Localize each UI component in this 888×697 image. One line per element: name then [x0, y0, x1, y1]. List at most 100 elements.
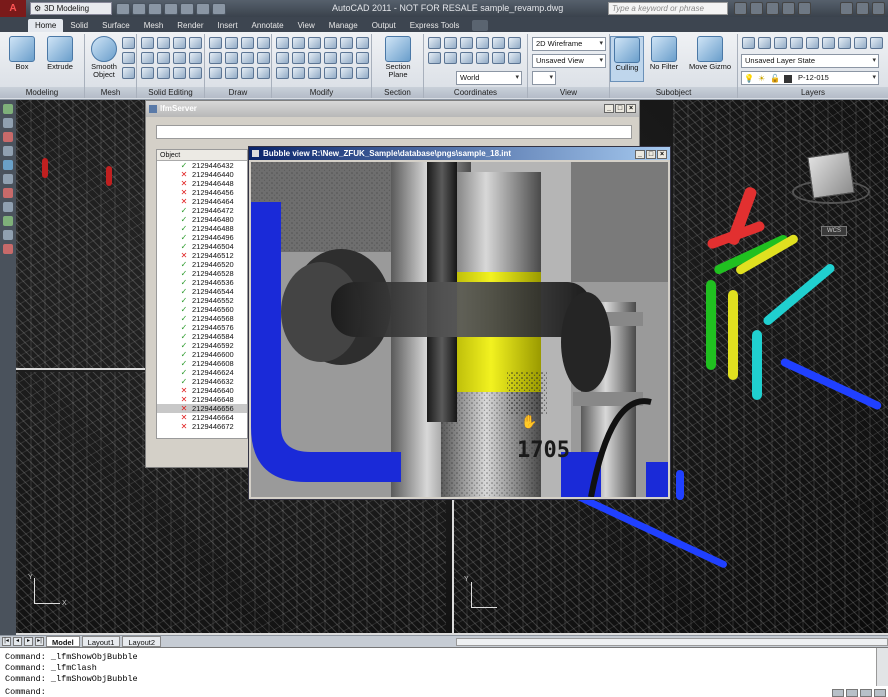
redo-icon[interactable] — [196, 2, 210, 15]
modify-tool-icon[interactable] — [308, 67, 321, 79]
object-list-item[interactable]: ✕ 2129446448 — [157, 179, 247, 188]
modify-tool-icon[interactable] — [356, 67, 369, 79]
tool-strip-icon[interactable] — [3, 174, 13, 184]
open-icon[interactable] — [132, 2, 146, 15]
object-list-item[interactable]: ✓ 2129446552 — [157, 296, 247, 305]
tab-render[interactable]: Render — [170, 19, 210, 32]
minimize-icon[interactable]: _ — [604, 104, 614, 113]
tool-strip-icon[interactable] — [3, 160, 13, 170]
command-line[interactable]: Command: _lfmShowObjBubble Command: _lfm… — [0, 647, 888, 697]
arc-icon[interactable] — [225, 37, 238, 49]
lfm-query-input[interactable] — [156, 125, 632, 139]
layer-properties-icon[interactable] — [742, 37, 755, 49]
bubble-view-titlebar[interactable]: Bubble view R:\New_ZFUK_Sample\database\… — [249, 147, 670, 160]
object-list-item[interactable]: ✓ 2129446600 — [157, 350, 247, 359]
modify-tool-icon[interactable] — [292, 67, 305, 79]
mesh-tool-icon[interactable] — [122, 37, 135, 49]
tab-insert[interactable]: Insert — [211, 19, 245, 32]
no-filter-button[interactable]: No Filter — [644, 36, 684, 71]
mesh-tool-icon[interactable] — [122, 67, 135, 79]
panel-title-draw[interactable]: Draw — [205, 87, 271, 98]
object-list-item[interactable]: ✓ 2129446584 — [157, 332, 247, 341]
ellipse-icon[interactable] — [257, 52, 270, 64]
extract-edges-icon[interactable] — [189, 37, 202, 49]
ucs-3point-icon[interactable] — [444, 37, 457, 49]
minimize-icon[interactable]: _ — [635, 150, 645, 159]
extend-icon[interactable] — [340, 37, 353, 49]
save-as-icon[interactable] — [164, 2, 178, 15]
culling-button[interactable]: Culling — [610, 36, 644, 82]
solid-tool-icon[interactable] — [189, 52, 202, 64]
polyline-icon[interactable] — [209, 37, 222, 49]
offset-icon[interactable] — [324, 52, 337, 64]
last-layout-icon[interactable]: ▸| — [35, 637, 44, 646]
help-icon[interactable] — [798, 2, 811, 15]
scale-icon[interactable] — [308, 37, 321, 49]
lightbulb-icon[interactable]: 💡 — [744, 74, 754, 83]
object-list-item[interactable]: ✓ 2129446544 — [157, 287, 247, 296]
horizontal-scrollbar[interactable] — [456, 638, 888, 646]
tool-strip-icon[interactable] — [3, 244, 13, 254]
ucs-view-icon[interactable] — [428, 52, 441, 64]
tab-annotate[interactable]: Annotate — [245, 19, 291, 32]
object-list-item[interactable]: ✓ 2129446480 — [157, 215, 247, 224]
panel-title-section[interactable]: Section — [372, 87, 423, 98]
minimize-icon[interactable] — [840, 2, 853, 15]
communication-icon[interactable] — [766, 2, 779, 15]
object-list[interactable]: Object ✓ 2129446432 ✕ 2129446440 ✕ 2129446448… — [156, 149, 248, 439]
solid-tool-icon[interactable] — [189, 67, 202, 79]
object-list-item[interactable]: ✓ 2129446488 — [157, 224, 247, 233]
viewcube[interactable] — [807, 151, 855, 199]
status-toggle-icon[interactable] — [846, 689, 858, 697]
hatch-icon[interactable] — [257, 37, 270, 49]
saved-view-dropdown[interactable]: Unsaved View — [532, 54, 606, 68]
tool-strip-icon[interactable] — [3, 230, 13, 240]
layer-tool-icon[interactable] — [806, 37, 819, 49]
array-icon[interactable] — [340, 52, 353, 64]
ucs-object-icon[interactable] — [444, 52, 457, 64]
first-layout-icon[interactable]: |◂ — [2, 637, 11, 646]
panel-title-modeling[interactable]: Modeling — [0, 87, 84, 98]
stretch-icon[interactable] — [308, 52, 321, 64]
object-list-item[interactable]: ✓ 2129446536 — [157, 278, 247, 287]
solid-tool-icon[interactable] — [173, 52, 186, 64]
tool-strip-icon[interactable] — [3, 188, 13, 198]
bubble-view-image[interactable]: 1705 ✋ — [251, 162, 668, 497]
layer-tool-icon[interactable] — [854, 37, 867, 49]
ucs-face-icon[interactable] — [460, 52, 473, 64]
ucs-y-icon[interactable] — [476, 37, 489, 49]
region-icon[interactable] — [225, 67, 238, 79]
tool-strip-icon[interactable] — [3, 104, 13, 114]
tab-express-tools[interactable]: Express Tools — [403, 19, 467, 32]
layer-tool-icon[interactable] — [790, 37, 803, 49]
tool-strip-icon[interactable] — [3, 118, 13, 128]
panel-title-subobject[interactable]: Subobject — [610, 87, 737, 98]
visual-style-dropdown[interactable]: 2D Wireframe — [532, 37, 606, 51]
maximize-icon[interactable] — [856, 2, 869, 15]
trim-icon[interactable] — [324, 37, 337, 49]
union-icon[interactable] — [141, 37, 154, 49]
move-gizmo-button[interactable]: Move Gizmo — [686, 36, 734, 71]
object-list-item[interactable]: ✕ 2129446640 — [157, 386, 247, 395]
object-list-header[interactable]: Object — [157, 150, 247, 161]
ucs-x-icon[interactable] — [460, 37, 473, 49]
panel-title-view[interactable]: View — [528, 87, 609, 98]
object-list-item[interactable]: ✓ 2129446608 — [157, 359, 247, 368]
tab-layout2[interactable]: Layout2 — [122, 636, 162, 647]
object-list-item[interactable]: ✕ 2129446440 — [157, 170, 247, 179]
object-list-item[interactable]: ✕ 2129446456 — [157, 188, 247, 197]
smooth-object-button[interactable]: Smooth Object — [86, 36, 122, 79]
ucs-world-icon[interactable] — [492, 52, 505, 64]
status-toggle-icon[interactable] — [860, 689, 872, 697]
point-icon[interactable] — [257, 67, 270, 79]
tool-strip-icon[interactable] — [3, 132, 13, 142]
status-toggle-icon[interactable] — [832, 689, 844, 697]
fillet-icon[interactable] — [356, 37, 369, 49]
section-plane-button[interactable]: Section Plane — [378, 36, 418, 79]
object-list-item[interactable]: ✓ 2129446504 — [157, 242, 247, 251]
status-toggle-icon[interactable] — [874, 689, 886, 697]
solid-tool-icon[interactable] — [157, 67, 170, 79]
rotate-icon[interactable] — [292, 37, 305, 49]
layer-tool-icon[interactable] — [870, 37, 883, 49]
command-scrollbar[interactable] — [876, 648, 888, 686]
